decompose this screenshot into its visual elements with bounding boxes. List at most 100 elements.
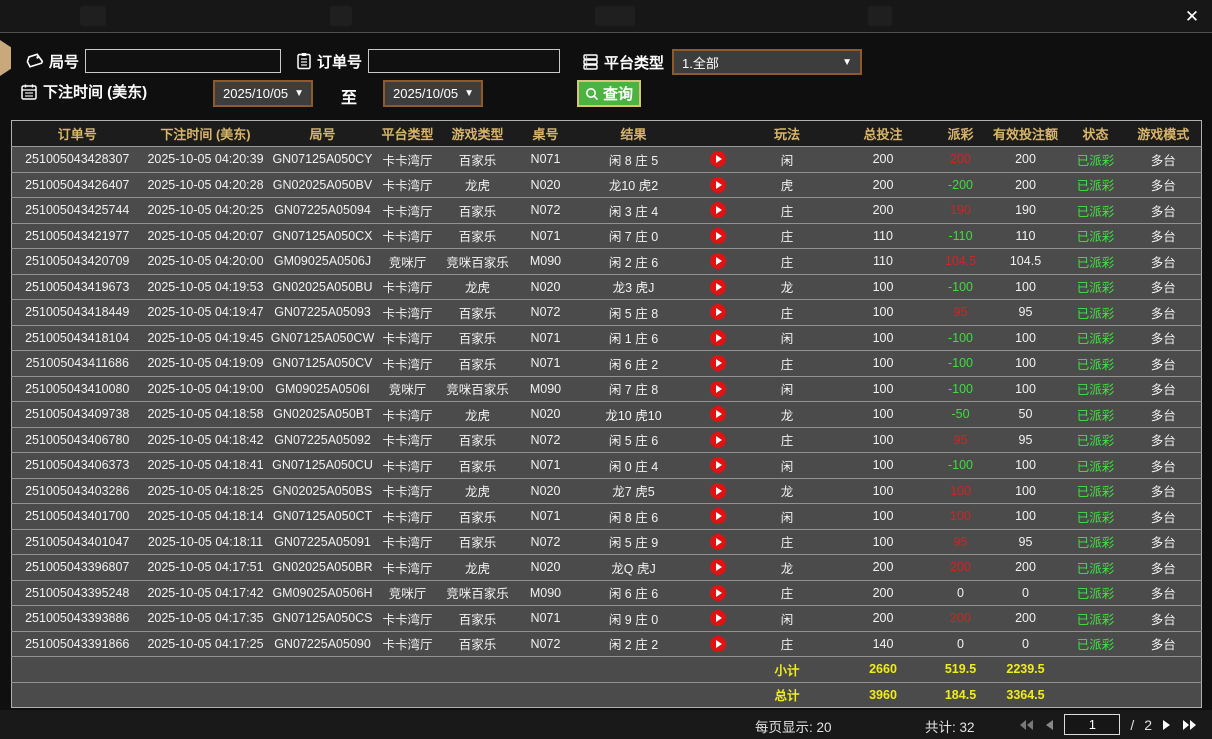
close-icon[interactable]: ✕: [1181, 6, 1203, 28]
video-play-icon[interactable]: [710, 279, 726, 295]
cell-status: 已派彩: [1066, 325, 1126, 351]
cell-total_bet: 140: [831, 631, 936, 657]
video-play-icon[interactable]: [710, 381, 726, 397]
query-button-label: 查询: [603, 83, 633, 104]
cell-mode: 多台: [1126, 606, 1202, 632]
order-filter-label: 订单号: [317, 51, 362, 72]
cell-status: 已派彩: [1066, 274, 1126, 300]
cell-table_no: [517, 682, 575, 708]
cell-round_no: GN02025A050BU: [269, 274, 377, 300]
cell-round_no: GN07125A050CS: [269, 606, 377, 632]
cell-bet_time: 2025-10-05 04:19:00: [143, 376, 269, 402]
table-header-row: 订单号下注时间 (美东)局号平台类型游戏类型桌号结果玩法总投注派彩有效投注额状态…: [12, 121, 1202, 147]
cell-mode: 多台: [1126, 402, 1202, 428]
cell-game_type: 竞咪百家乐: [439, 249, 517, 275]
cell-result: 闲 9 庄 0: [575, 606, 693, 632]
cell-order_no: 251005043406373: [12, 453, 143, 479]
video-play-icon[interactable]: [710, 559, 726, 575]
video-play-icon[interactable]: [710, 534, 726, 550]
cell-result: 闲 5 庄 9: [575, 529, 693, 555]
cell-order_no: 251005043391866: [12, 631, 143, 657]
date-to-select[interactable]: 2025/10/05 ▼: [383, 80, 483, 107]
pagination-bar: 每页显示: 20 共计: 32 / 2: [0, 710, 1212, 739]
table-row: 2510050433938862025-10-05 04:17:35GN0712…: [12, 606, 1202, 632]
cell-video: [693, 478, 744, 504]
total-count-label: 共计: 32: [925, 716, 975, 736]
table-row: 2510050434017002025-10-05 04:18:14GN0712…: [12, 504, 1202, 530]
video-play-icon[interactable]: [710, 432, 726, 448]
cell-bet_time: 2025-10-05 04:17:51: [143, 555, 269, 581]
date-range-to-label: 至: [341, 84, 357, 108]
column-header-table_no: 桌号: [517, 121, 575, 147]
cell-total_bet: 200: [831, 147, 936, 173]
play-triangle: [716, 385, 722, 393]
cell-mode: 多台: [1126, 427, 1202, 453]
video-play-icon[interactable]: [710, 304, 726, 320]
video-play-icon[interactable]: [710, 228, 726, 244]
cell-round_no: GN07225A05092: [269, 427, 377, 453]
video-play-icon[interactable]: [710, 330, 726, 346]
cell-bet_time: 2025-10-05 04:18:58: [143, 402, 269, 428]
cell-order_no: [12, 657, 143, 683]
column-header-status: 状态: [1066, 121, 1126, 147]
video-play-icon[interactable]: [710, 406, 726, 422]
panel-collapse-handle[interactable]: [0, 40, 11, 76]
cell-payout: -200: [936, 172, 986, 198]
prev-page-icon[interactable]: [1044, 719, 1054, 731]
video-play-icon[interactable]: [710, 585, 726, 601]
round-input[interactable]: [85, 49, 281, 73]
cell-status: [1066, 657, 1126, 683]
video-play-icon[interactable]: [710, 636, 726, 652]
table-row: 2510050434067802025-10-05 04:18:42GN0722…: [12, 427, 1202, 453]
cell-game_type: 龙虎: [439, 172, 517, 198]
video-play-icon[interactable]: [710, 508, 726, 524]
date-from-select[interactable]: 2025/10/05 ▼: [213, 80, 313, 107]
next-page-icon[interactable]: [1162, 719, 1172, 731]
last-page-icon[interactable]: [1182, 719, 1198, 731]
first-page-icon[interactable]: [1018, 719, 1034, 731]
cell-order_no: 251005043421977: [12, 223, 143, 249]
cell-round_no: GN02025A050BT: [269, 402, 377, 428]
video-play-icon[interactable]: [710, 483, 726, 499]
cell-mode: [1126, 657, 1202, 683]
cell-platform: 竞咪厅: [377, 249, 439, 275]
video-play-icon[interactable]: [710, 253, 726, 269]
cell-game_type: 竞咪百家乐: [439, 376, 517, 402]
platform-filter-label: 平台类型: [604, 52, 664, 73]
cell-round_no: [269, 682, 377, 708]
cell-bet_time: [143, 682, 269, 708]
cell-play: 闲: [744, 325, 831, 351]
cell-valid_bet: 190: [986, 198, 1066, 224]
cell-result: 龙10 虎10: [575, 402, 693, 428]
video-play-icon[interactable]: [710, 151, 726, 167]
video-play-icon[interactable]: [710, 177, 726, 193]
cell-mode: 多台: [1126, 325, 1202, 351]
video-play-icon[interactable]: [710, 610, 726, 626]
cell-play: 庄: [744, 249, 831, 275]
cell-bet_time: 2025-10-05 04:18:11: [143, 529, 269, 555]
cell-valid_bet: 0: [986, 580, 1066, 606]
table-row: 2510050434063732025-10-05 04:18:41GN0712…: [12, 453, 1202, 479]
cell-round_no: GM09025A0506H: [269, 580, 377, 606]
column-header-play: 玩法: [744, 121, 831, 147]
video-play-icon[interactable]: [710, 457, 726, 473]
order-input[interactable]: [368, 49, 560, 73]
column-header-round_no: 局号: [269, 121, 377, 147]
cell-round_no: [269, 657, 377, 683]
query-button[interactable]: 查询: [577, 80, 641, 107]
cell-bet_time: 2025-10-05 04:18:14: [143, 504, 269, 530]
cell-play: 龙: [744, 274, 831, 300]
video-play-icon[interactable]: [710, 202, 726, 218]
order-filter: 订单号: [296, 49, 560, 73]
round-filter-label: 局号: [49, 51, 79, 72]
platform-select[interactable]: 1.全部 ▼: [672, 49, 862, 75]
cell-order_no: 251005043426407: [12, 172, 143, 198]
table-row: 2510050434097382025-10-05 04:18:58GN0202…: [12, 402, 1202, 428]
cell-game_type: 百家乐: [439, 325, 517, 351]
video-play-icon[interactable]: [710, 355, 726, 371]
cell-play: 闲: [744, 147, 831, 173]
cell-payout: -100: [936, 453, 986, 479]
cell-order_no: 251005043401700: [12, 504, 143, 530]
cell-valid_bet: 3364.5: [986, 682, 1066, 708]
page-number-input[interactable]: [1064, 714, 1120, 735]
